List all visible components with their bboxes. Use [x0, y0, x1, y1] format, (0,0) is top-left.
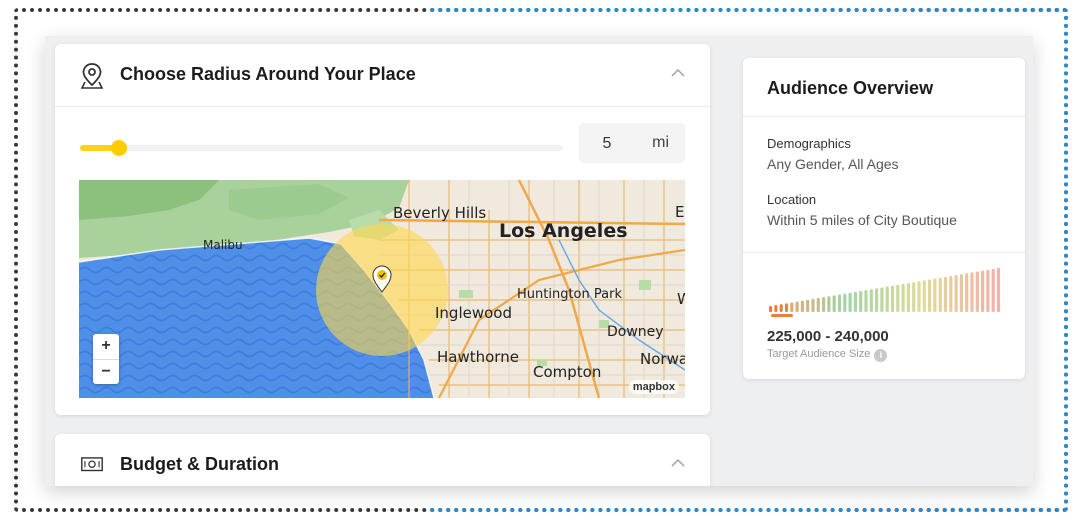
gauge-bar [986, 269, 990, 312]
gauge-bar [996, 268, 1001, 312]
map-label-malibu: Malibu [203, 238, 243, 252]
map-label-beverly-hills: Beverly Hills [393, 204, 487, 222]
gauge-bar [848, 292, 852, 312]
location-label: Location [767, 192, 817, 207]
gauge-bar [917, 281, 921, 312]
gauge-bar [880, 287, 884, 312]
gauge-bar [885, 286, 889, 312]
map-label-inglewood: Inglewood [435, 304, 512, 322]
radius-card: Choose Radius Around Your Place mi [55, 44, 710, 415]
gauge-bar [779, 304, 783, 312]
gauge-bar [906, 283, 910, 312]
audience-overview-card: Audience Overview Demographics Any Gende… [743, 58, 1025, 379]
demographics-value: Any Gender, All Ages [767, 156, 899, 172]
gauge-bar [938, 277, 942, 312]
map-view[interactable]: Malibu Beverly Hills Los Angeles Hunting… [79, 180, 685, 398]
gauge-bar [864, 290, 868, 312]
gauge-bar [890, 285, 895, 312]
gauge-bar [843, 293, 847, 312]
gauge-bar [965, 273, 969, 312]
gauge-indicator [771, 314, 793, 317]
gauge-bar [901, 283, 905, 312]
gauge-bar [800, 300, 804, 312]
app-panel: Choose Radius Around Your Place mi [45, 36, 1033, 486]
gauge-bar [806, 299, 810, 312]
location-pin-icon [80, 63, 104, 89]
audience-overview-title: Audience Overview [767, 78, 934, 98]
location-value: Within 5 miles of City Boutique [767, 212, 957, 228]
gauge-bar [975, 271, 979, 312]
cash-icon [81, 457, 103, 472]
gauge-bar [949, 275, 953, 312]
radius-card-header[interactable]: Choose Radius Around Your Place [55, 44, 710, 107]
gauge-bar [922, 280, 926, 312]
info-icon[interactable]: i [874, 349, 888, 362]
map-label-west-edge: W [677, 290, 685, 308]
budget-card-title: Budget & Duration [120, 454, 279, 474]
radius-slider[interactable] [80, 140, 563, 156]
gauge-bar [774, 305, 778, 312]
gauge-bar [832, 295, 836, 312]
budget-card-header[interactable]: Budget & Duration [55, 434, 710, 486]
radius-unit: mi [652, 134, 669, 151]
map-label-los-angeles: Los Angeles [499, 220, 628, 242]
gauge-bar [912, 282, 916, 312]
gauge-bar [811, 298, 815, 312]
demographics-label: Demographics [767, 136, 851, 151]
radius-slider-thumb[interactable] [110, 140, 127, 156]
map-label-norwalk: Norwa [640, 350, 685, 368]
chevron-up-icon[interactable] [670, 458, 686, 468]
divider [743, 252, 1025, 253]
gauge-bar [933, 278, 937, 312]
mapbox-attribution[interactable]: mapbox [628, 380, 679, 394]
map-label-huntington-park: Huntington Park [517, 287, 622, 302]
gauge-bar [790, 302, 794, 312]
budget-card: Budget & Duration [55, 434, 710, 486]
map-label-east-edge: E [675, 203, 685, 221]
audience-caption-row: Target Audience Size i [767, 348, 888, 362]
map-zoom-controls: + − [93, 334, 119, 384]
gauge-bar [769, 306, 773, 312]
map-label-compton: Compton [533, 363, 602, 381]
map-label-downey: Downey [607, 324, 664, 340]
zoom-in-button[interactable]: + [93, 334, 119, 360]
audience-size-gauge [769, 268, 1001, 317]
gauge-bar [981, 270, 985, 312]
gauge-bar [896, 284, 900, 312]
divider [743, 116, 1025, 117]
radius-input-box: mi [579, 123, 685, 165]
gauge-bar [822, 297, 826, 312]
gauge-bar [991, 268, 995, 312]
gauge-bar [875, 288, 879, 312]
audience-caption: Target Audience Size [767, 348, 871, 360]
gauge-bar [784, 303, 789, 312]
map-label-hawthorne: Hawthorne [437, 348, 519, 366]
gauge-bar [943, 276, 948, 312]
radius-input[interactable] [587, 123, 627, 165]
radius-card-title: Choose Radius Around Your Place [120, 64, 416, 84]
gauge-bar [869, 289, 873, 312]
zoom-out-button[interactable]: − [93, 360, 119, 385]
gauge-bar [853, 291, 857, 312]
chevron-up-icon[interactable] [670, 68, 686, 78]
gauge-bar [827, 296, 831, 312]
gauge-bar [859, 290, 863, 312]
gauge-bar [795, 301, 799, 312]
gauge-bar [816, 298, 820, 312]
gauge-bar [954, 275, 958, 312]
gauge-bar [959, 274, 963, 312]
gauge-bar [837, 294, 842, 312]
gauge-bar [928, 279, 932, 312]
gauge-bar [970, 272, 974, 312]
audience-range: 225,000 - 240,000 [767, 328, 889, 345]
